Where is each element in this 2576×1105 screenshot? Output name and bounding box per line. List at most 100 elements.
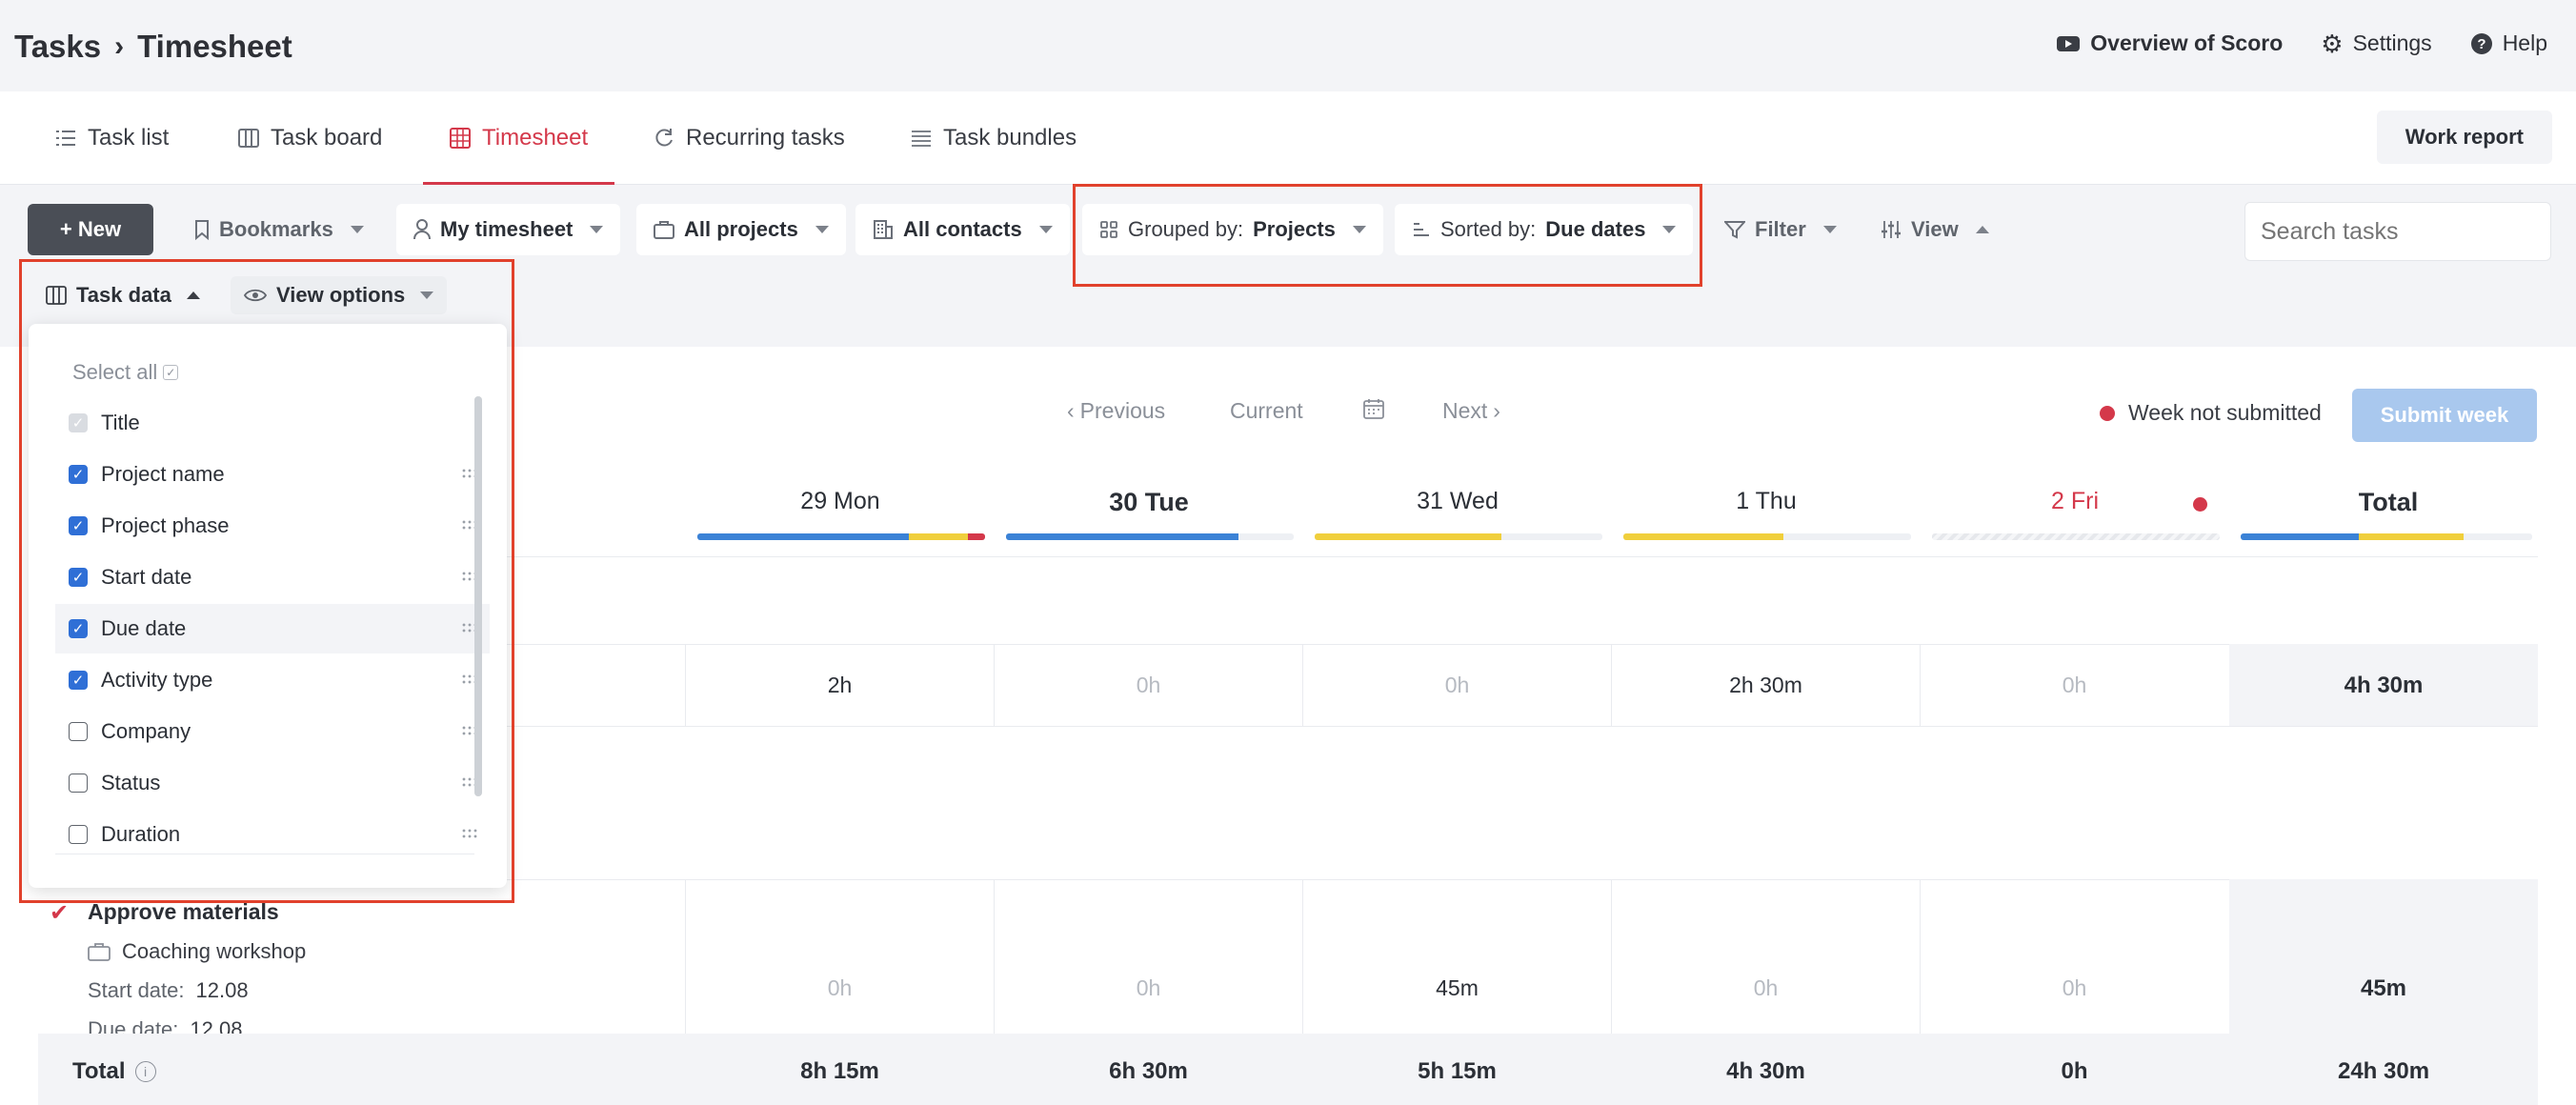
view-options-tab[interactable]: View options <box>231 276 448 314</box>
time-cell[interactable]: 2h 30m <box>1612 673 1920 698</box>
previous-week-button[interactable]: ‹ Previous <box>1067 398 1165 424</box>
search-input[interactable] <box>2244 202 2551 261</box>
next-week-button[interactable]: Next › <box>1442 398 1500 424</box>
checkbox[interactable] <box>69 825 88 844</box>
settings-link[interactable]: ⚙ Settings <box>2321 30 2431 56</box>
day-header-mon: 29 Mon <box>800 488 880 514</box>
select-all[interactable]: Select all ✓ <box>72 360 179 385</box>
select-all-label: Select all <box>72 360 158 384</box>
option-label: Title <box>101 411 140 434</box>
view-dropdown[interactable]: View <box>1863 204 2006 255</box>
due-date-label: Due date: <box>88 1017 179 1035</box>
video-icon <box>2057 35 2081 51</box>
toolbar: + New Bookmarks My timesheet All project… <box>0 185 2576 347</box>
column-divider <box>994 879 995 1034</box>
column-option-project-name[interactable]: ✓ Project name <box>55 450 490 499</box>
tab-timesheet[interactable]: Timesheet <box>422 91 615 185</box>
column-option-activity-type[interactable]: ✓ Activity type <box>55 655 490 705</box>
top-header: Tasks › Timesheet Overview of Scoro ⚙ Se… <box>0 0 2576 91</box>
checkbox[interactable]: ✓ <box>69 619 88 638</box>
bookmarks-dropdown[interactable]: Bookmarks <box>177 204 381 255</box>
drag-handle-icon[interactable] <box>461 828 478 839</box>
filter-icon <box>1724 221 1745 239</box>
column-option-title: ✓ Title <box>55 398 490 448</box>
breadcrumb-root[interactable]: Tasks <box>14 29 101 65</box>
column-option-company[interactable]: Company <box>55 707 490 756</box>
day-header-tue: 30 Tue <box>1109 488 1189 516</box>
column-option-project-phase[interactable]: ✓ Project phase <box>55 501 490 551</box>
select-all-checkbox[interactable]: ✓ <box>163 365 179 380</box>
checkbox[interactable]: ✓ <box>69 516 88 535</box>
all-contacts-dropdown[interactable]: All contacts <box>855 204 1070 255</box>
checkbox: ✓ <box>69 413 88 432</box>
overview-link[interactable]: Overview of Scoro <box>2056 30 2283 56</box>
totals-label-text: Total <box>72 1058 126 1084</box>
view-options-label: View options <box>276 283 406 307</box>
info-icon[interactable]: i <box>134 1061 156 1082</box>
day-total: 4h 30m <box>1726 1058 1805 1084</box>
scrollbar-thumb[interactable] <box>474 396 482 796</box>
time-cell[interactable]: 0h <box>995 975 1302 1001</box>
checkbox[interactable]: ✓ <box>69 671 88 690</box>
task-title[interactable]: Approve materials <box>88 899 279 925</box>
day-bar-total <box>2241 533 2532 540</box>
checkbox[interactable]: ✓ <box>69 465 88 484</box>
time-cell[interactable]: 0h <box>995 673 1302 698</box>
day-total: 0h <box>2061 1058 2088 1084</box>
gear-icon: ⚙ <box>2321 29 2344 58</box>
holiday-dot-icon <box>2193 497 2207 512</box>
status-dot-icon <box>2100 405 2115 421</box>
time-cell[interactable]: 0h <box>686 975 994 1001</box>
sort-icon <box>1414 223 1429 236</box>
submit-week-button[interactable]: Submit week <box>2352 389 2537 442</box>
column-picker-popover: Select all ✓ ✓ Title ✓ Project name ✓ Pr… <box>29 324 507 888</box>
help-link[interactable]: ? Help <box>2470 30 2547 56</box>
tab-task-board[interactable]: Task board <box>238 91 382 185</box>
column-option-status[interactable]: Status <box>55 758 490 808</box>
task-data-tab[interactable]: Task data <box>32 276 213 314</box>
calendar-button[interactable] <box>1363 398 1384 419</box>
completed-check-icon: ✔ <box>50 900 70 926</box>
tab-task-bundles[interactable]: Task bundles <box>911 91 1077 185</box>
chevron-left-icon: ‹ <box>1067 398 1075 423</box>
my-timesheet-dropdown[interactable]: My timesheet <box>396 204 621 255</box>
new-button[interactable]: + New <box>28 204 153 255</box>
task-project-name: Coaching workshop <box>122 939 307 963</box>
column-option-duration[interactable]: Duration <box>55 810 490 859</box>
list-icon <box>56 131 75 146</box>
task-start-date: Start date: 12.08 <box>88 978 249 1003</box>
time-cell[interactable]: 0h <box>1612 975 1920 1001</box>
time-cell[interactable]: 0h <box>1921 975 2228 1001</box>
option-label: Project name <box>101 462 225 486</box>
checkbox[interactable] <box>69 722 88 741</box>
tab-task-list[interactable]: Task list <box>55 91 169 185</box>
top-links: Overview of Scoro ⚙ Settings ? Help <box>2056 30 2547 56</box>
row-total: 4h 30m <box>2344 673 2424 698</box>
svg-text:?: ? <box>2477 36 2485 52</box>
time-cell[interactable]: 45m <box>1303 975 1611 1001</box>
column-option-due-date[interactable]: ✓ Due date <box>55 604 490 653</box>
time-cell[interactable]: 2h <box>686 673 994 698</box>
checkbox[interactable]: ✓ <box>69 568 88 587</box>
start-date-label: Start date: <box>88 978 185 1002</box>
time-cell[interactable]: 0h <box>1303 673 1611 698</box>
checkbox[interactable] <box>69 774 88 793</box>
day-bar-fri <box>1932 533 2220 540</box>
all-projects-dropdown[interactable]: All projects <box>636 204 846 255</box>
filter-dropdown[interactable]: Filter <box>1707 204 1854 255</box>
settings-label: Settings <box>2352 30 2432 55</box>
filter-label: Filter <box>1755 217 1806 241</box>
time-cell[interactable]: 0h <box>1921 673 2228 698</box>
calendar-icon <box>1363 399 1384 419</box>
sliders-icon <box>1882 221 1901 238</box>
column-option-start-date[interactable]: ✓ Start date <box>55 552 490 602</box>
previous-label: Previous <box>1079 398 1166 423</box>
sorted-by-dropdown[interactable]: Sorted by: Due dates <box>1395 204 1694 255</box>
tab-recurring-tasks[interactable]: Recurring tasks <box>654 91 845 185</box>
current-week-button[interactable]: Current <box>1230 398 1303 424</box>
option-label: Start date <box>101 565 192 589</box>
day-bar-mon <box>697 533 985 540</box>
all-contacts-label: All contacts <box>903 217 1022 241</box>
grouped-by-dropdown[interactable]: Grouped by: Projects <box>1082 204 1383 255</box>
work-report-button[interactable]: Work report <box>2376 110 2552 164</box>
